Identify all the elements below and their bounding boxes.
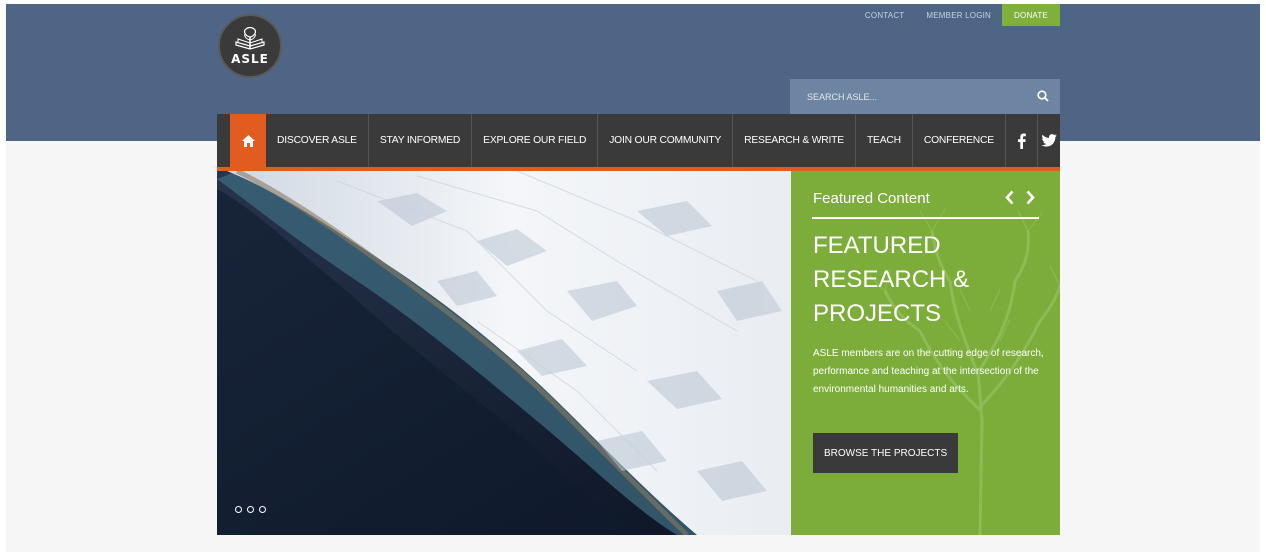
hero-ice-shelf-image — [217, 171, 791, 535]
donate-button[interactable]: DONATE — [1002, 4, 1060, 26]
nav-stay-informed[interactable]: STAY INFORMED — [369, 114, 473, 167]
facebook-link[interactable] — [1006, 114, 1038, 167]
slider-arrows — [1005, 190, 1035, 210]
utility-nav: CONTACT MEMBER LOGIN DONATE — [854, 4, 1060, 26]
home-button[interactable] — [230, 114, 266, 167]
nav-discover-asle[interactable]: DISCOVER ASLE — [266, 114, 369, 167]
contact-link[interactable]: CONTACT — [854, 4, 915, 26]
chevron-right-icon[interactable] — [1026, 190, 1035, 210]
hero-slider: Featured Content FEATURED RESEARCH & PRO… — [217, 171, 1060, 535]
slide-dot-3[interactable] — [259, 506, 266, 513]
twitter-link[interactable] — [1038, 114, 1060, 167]
featured-title: FEATURED RESEARCH & PROJECTS — [813, 232, 970, 327]
nav-research-write[interactable]: RESEARCH & WRITE — [733, 114, 856, 167]
home-icon — [241, 134, 255, 147]
slide-dot-1[interactable] — [235, 506, 242, 513]
search-icon[interactable] — [1037, 89, 1049, 107]
main-nav: DISCOVER ASLE STAY INFORMED EXPLORE OUR … — [217, 114, 1060, 171]
slide-dot-2[interactable] — [247, 506, 254, 513]
search-bar — [790, 79, 1060, 114]
featured-description: ASLE members are on the cutting edge of … — [813, 348, 1044, 395]
twitter-icon — [1041, 134, 1057, 147]
browse-projects-button[interactable]: BROWSE THE PROJECTS — [813, 433, 959, 473]
nav-explore-our-field[interactable]: EXPLORE OUR FIELD — [472, 114, 599, 167]
chevron-left-icon[interactable] — [1005, 190, 1014, 210]
search-input[interactable] — [790, 90, 1029, 103]
nav-teach[interactable]: TEACH — [856, 114, 913, 167]
nav-join-our-community[interactable]: JOIN OUR COMMUNITY — [598, 114, 734, 167]
facebook-icon — [1017, 133, 1026, 149]
page: ASLE CONTACT MEMBER LOGIN DONATE DISCOVE… — [6, 4, 1260, 552]
featured-label: Featured Content — [813, 190, 930, 207]
nav-conference[interactable]: CONFERENCE — [913, 114, 1006, 167]
featured-panel: Featured Content FEATURED RESEARCH & PRO… — [791, 171, 1060, 535]
logo-text: ASLE — [231, 51, 269, 66]
member-login-link[interactable]: MEMBER LOGIN — [915, 4, 1002, 26]
book-tree-logo-icon — [235, 26, 265, 50]
slider-dots — [235, 506, 266, 513]
featured-header: Featured Content — [812, 190, 1039, 219]
site-logo[interactable]: ASLE — [218, 14, 282, 78]
